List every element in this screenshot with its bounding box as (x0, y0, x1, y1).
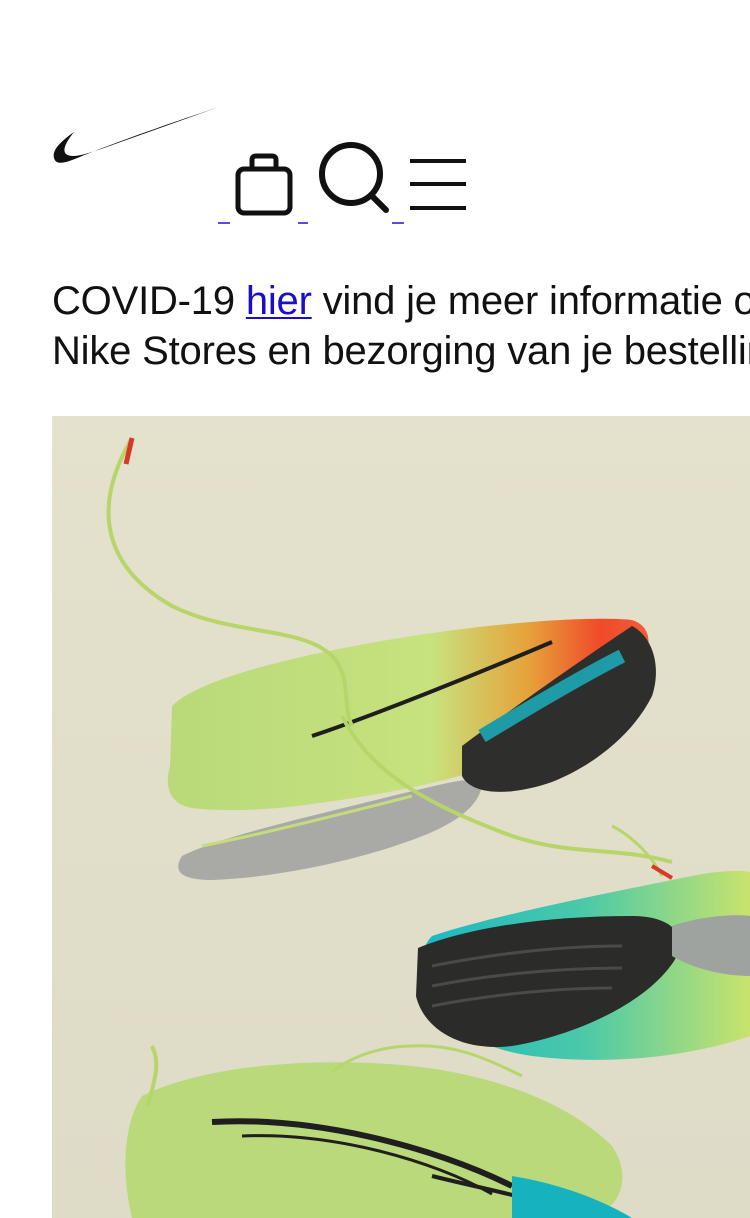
bag-link[interactable] (218, 150, 310, 224)
covid-info-link[interactable]: hier (246, 279, 312, 323)
covid-notice: COVID-19 hier vind je meer informatie ov… (52, 276, 750, 376)
notice-prefix: COVID-19 (52, 279, 246, 323)
shopping-bag-icon (235, 153, 293, 216)
menu-link-underline (392, 222, 404, 224)
nike-swoosh-icon (53, 108, 216, 163)
site-header (0, 0, 750, 240)
notice-line-2: Nike Stores en bezorging van je bestelli… (52, 329, 750, 373)
nike-logo-link[interactable] (52, 106, 218, 168)
hamburger-menu-icon (410, 159, 466, 210)
search-link[interactable] (300, 140, 400, 224)
running-shoes-photo (52, 416, 750, 1218)
search-icon (319, 142, 389, 213)
bag-link-underline (218, 222, 230, 224)
notice-line-1-rest: vind je meer informatie over (322, 279, 750, 323)
hero-image[interactable] (52, 416, 750, 1218)
notice-line-1: COVID-19 hier vind je meer informatie ov… (52, 276, 750, 326)
menu-link[interactable] (392, 150, 472, 224)
